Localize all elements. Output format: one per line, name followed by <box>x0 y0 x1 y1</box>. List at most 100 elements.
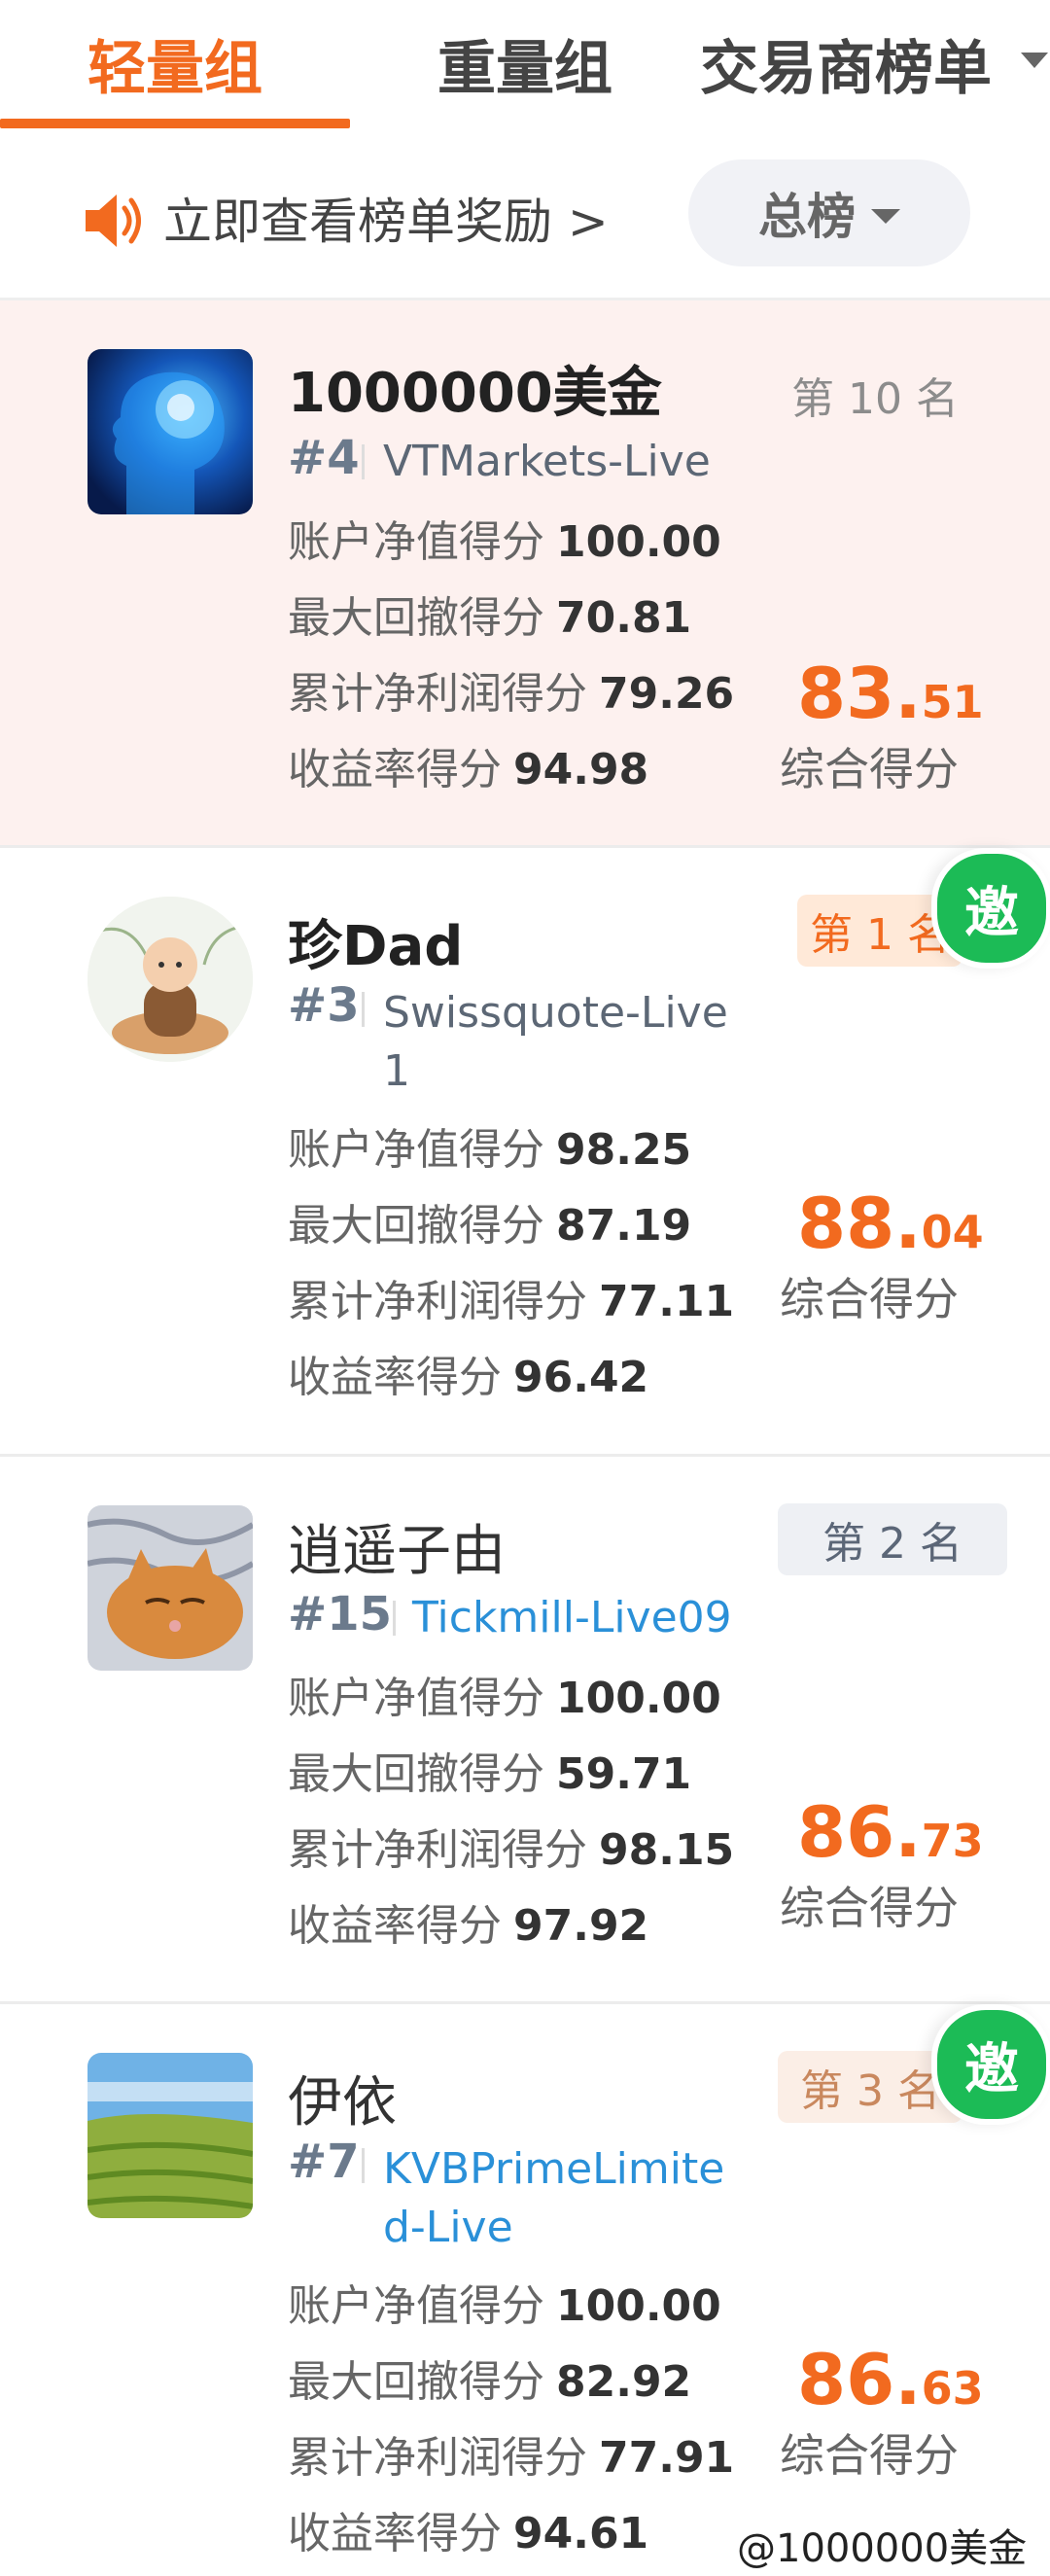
broker-line: 1 <box>383 1046 410 1096</box>
broker-account: VTMarkets-Live <box>383 437 711 486</box>
score-label: 综合得分 <box>780 1882 959 1934</box>
username[interactable]: 逍遥子由 <box>288 1507 506 1586</box>
metric-label: 账户净值得分 <box>288 1674 544 1723</box>
ranking-card[interactable]: 逍遥子由 #15 Tickmill-Live09 账户净值得分 100.00 最大… <box>0 1457 1050 2004</box>
metric-value: 100.00 <box>556 1674 721 1723</box>
metric-value: 59.71 <box>556 1749 692 1799</box>
composite-score: 83.51 <box>797 653 984 734</box>
metric-label: 账户净值得分 <box>288 1125 544 1175</box>
metric-value: 79.26 <box>599 669 735 719</box>
metric-drawdown: 最大回撤得分 87.19 <box>288 1190 691 1253</box>
divider <box>362 2148 365 2183</box>
invite-button[interactable]: 邀 <box>931 2004 1050 2125</box>
score-integer: 86 <box>797 1791 895 1873</box>
rank-number: #3 <box>288 978 360 1033</box>
score-decimal: 51 <box>921 676 984 728</box>
metric-return-rate: 收益率得分 94.98 <box>288 734 648 796</box>
metric-label: 最大回撤得分 <box>288 593 544 643</box>
ranking-filter-dropdown[interactable]: 总榜 <box>688 159 970 266</box>
metric-value: 77.11 <box>599 1277 735 1326</box>
metric-drawdown: 最大回撤得分 70.81 <box>288 582 691 645</box>
composite-score: 86.63 <box>797 2339 984 2420</box>
metric-label: 最大回撤得分 <box>288 1749 544 1799</box>
score-label: 综合得分 <box>780 2429 959 2482</box>
broker-line: d-Live <box>383 2203 513 2252</box>
tab-label: 重量组 <box>438 34 612 103</box>
place-badge: 第 2 名 <box>778 1503 1007 1575</box>
metric-label: 账户净值得分 <box>288 517 544 567</box>
watermark: @1000000美金 <box>737 2526 1028 2571</box>
composite-score: 88.04 <box>797 1182 984 1264</box>
metric-value: 100.00 <box>556 2281 721 2331</box>
broker-line: Swissquote-Live <box>383 988 728 1038</box>
metric-return-rate: 收益率得分 94.61 <box>288 2498 648 2560</box>
metric-value: 100.00 <box>556 517 721 567</box>
metric-net-profit: 累计净利润得分 77.11 <box>288 1266 734 1328</box>
chevron-down-icon <box>871 208 900 224</box>
score-label: 综合得分 <box>780 1273 959 1325</box>
avatar <box>88 2053 253 2218</box>
tab-label: 交易商榜单 <box>700 34 992 103</box>
metric-value: 98.25 <box>556 1125 692 1175</box>
composite-score: 86.73 <box>797 1791 984 1873</box>
rank-number: #15 <box>288 1587 393 1641</box>
username[interactable]: 伊依 <box>288 2059 397 2137</box>
filter-label: 总榜 <box>758 189 856 245</box>
metric-value: 94.98 <box>513 745 649 794</box>
metric-value: 98.15 <box>599 1825 735 1875</box>
avatar <box>88 1505 253 1671</box>
metric-label: 收益率得分 <box>288 745 502 794</box>
ranking-card[interactable]: 1000000美金 #4 VTMarkets-Live 账户净值得分 100.00… <box>0 300 1050 848</box>
metric-value: 70.81 <box>556 593 692 643</box>
metric-equity: 账户净值得分 98.25 <box>288 1114 691 1177</box>
score-integer: 83 <box>797 653 895 734</box>
metric-value: 97.92 <box>513 1901 649 1951</box>
metric-label: 账户净值得分 <box>288 2281 544 2331</box>
score-decimal: 04 <box>921 1206 984 1258</box>
score-dot: . <box>894 653 922 734</box>
chevron-down-icon[interactable] <box>1021 53 1048 68</box>
metric-net-profit: 累计净利润得分 98.15 <box>288 1815 734 1877</box>
metric-drawdown: 最大回撤得分 59.71 <box>288 1739 691 1801</box>
score-label: 综合得分 <box>780 743 959 795</box>
metric-label: 收益率得分 <box>288 1901 502 1951</box>
metric-return-rate: 收益率得分 96.42 <box>288 1342 648 1404</box>
metric-label: 累计净利润得分 <box>288 2433 587 2483</box>
metric-value: 82.92 <box>556 2357 692 2407</box>
score-decimal: 63 <box>921 2362 984 2415</box>
metric-equity: 账户净值得分 100.00 <box>288 2271 721 2333</box>
metric-net-profit: 累计净利润得分 77.91 <box>288 2422 734 2485</box>
metric-value: 96.42 <box>513 1353 649 1402</box>
metric-equity: 账户净值得分 100.00 <box>288 1663 721 1725</box>
ranking-card[interactable]: 伊依 #7 KVBPrimeLimite d-Live 账户净值得分 100.00… <box>0 2004 1050 2576</box>
metric-value: 87.19 <box>556 1201 692 1251</box>
tab-bar: 轻量组 重量组 交易商榜单 <box>0 0 1050 132</box>
reward-notice-link[interactable]: 立即查看榜单奖励 > <box>163 183 609 261</box>
score-dot: . <box>894 1182 922 1264</box>
place-badge: 第 10 名 <box>791 374 959 424</box>
ranking-card[interactable]: 珍Dad #3 Swissquote-Live 1 账户净值得分 98.25 最大… <box>0 848 1050 1457</box>
divider <box>362 444 365 479</box>
tab-light-group[interactable]: 轻量组 <box>0 0 350 126</box>
score-dot: . <box>894 1791 922 1873</box>
rank-number: #4 <box>288 431 360 485</box>
divider <box>393 1601 396 1636</box>
username[interactable]: 1000000美金 <box>288 349 662 428</box>
score-dot: . <box>894 2339 922 2420</box>
metric-label: 最大回撤得分 <box>288 1201 544 1251</box>
tab-broker-ranking[interactable]: 交易商榜单 <box>681 0 1011 126</box>
speaker-icon <box>86 194 141 247</box>
metric-label: 最大回撤得分 <box>288 2357 544 2407</box>
tab-heavy-group[interactable]: 重量组 <box>350 0 700 126</box>
metric-return-rate: 收益率得分 97.92 <box>288 1890 648 1953</box>
metric-net-profit: 累计净利润得分 79.26 <box>288 658 734 721</box>
username[interactable]: 珍Dad <box>288 902 463 981</box>
metric-value: 94.61 <box>513 2509 649 2558</box>
tab-label: 轻量组 <box>88 34 262 103</box>
invite-button[interactable]: 邀 <box>931 848 1050 969</box>
broker-account-link[interactable]: KVBPrimeLimite d-Live <box>383 2140 724 2257</box>
broker-account: Swissquote-Live 1 <box>383 984 728 1101</box>
broker-account-link[interactable]: Tickmill-Live09 <box>412 1589 732 1647</box>
avatar <box>88 897 253 1062</box>
score-integer: 86 <box>797 2339 895 2420</box>
